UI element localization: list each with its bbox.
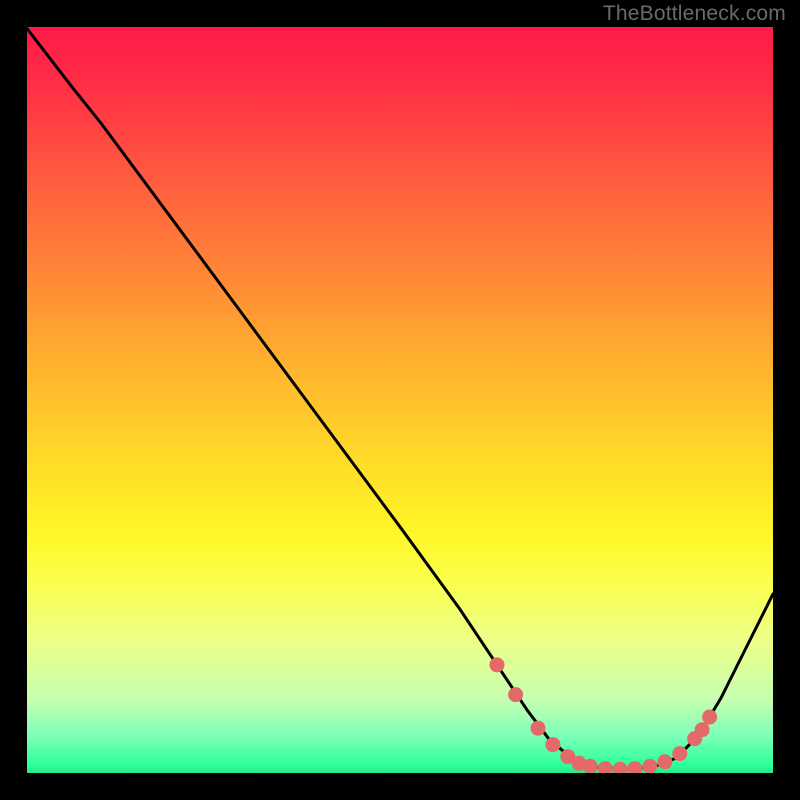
data-marker bbox=[642, 759, 657, 773]
curve-line bbox=[27, 28, 773, 769]
plot-frame bbox=[27, 27, 773, 773]
chart-svg bbox=[27, 27, 773, 773]
data-marker bbox=[508, 687, 523, 702]
data-marker bbox=[695, 722, 710, 737]
data-marker bbox=[598, 761, 613, 773]
attribution-text: TheBottleneck.com bbox=[603, 2, 786, 26]
data-marker bbox=[613, 762, 628, 773]
curve-markers bbox=[489, 657, 717, 773]
data-marker bbox=[545, 737, 560, 752]
data-marker bbox=[657, 754, 672, 769]
data-marker bbox=[489, 657, 504, 672]
data-marker bbox=[672, 746, 687, 761]
data-marker bbox=[627, 761, 642, 773]
data-marker bbox=[531, 721, 546, 736]
bottleneck-curve bbox=[27, 28, 773, 769]
data-marker bbox=[702, 710, 717, 725]
